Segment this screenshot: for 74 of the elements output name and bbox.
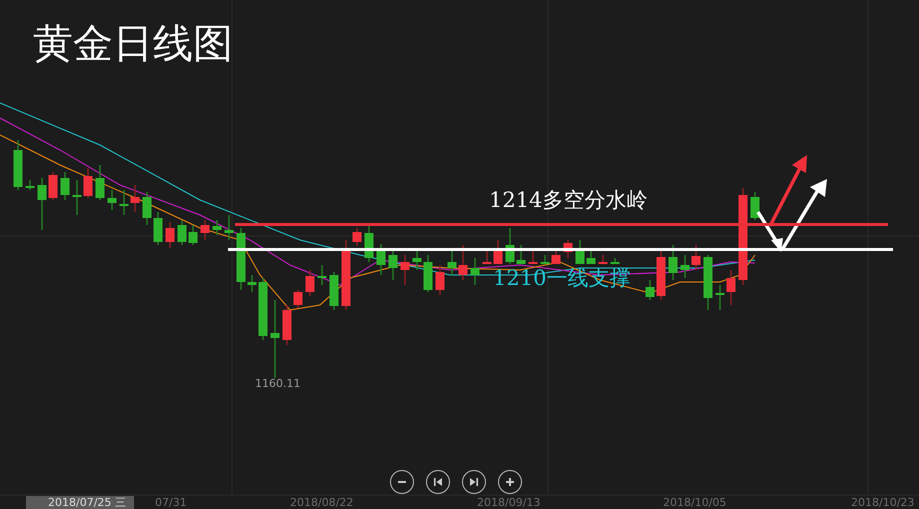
candlestick [248,275,256,292]
candlestick [84,168,92,198]
candlestick [692,245,700,270]
up-arrow [780,179,827,251]
candlestick [120,190,128,215]
candlestick [282,305,292,345]
cursor-date-label: 2018/07/25 三 [26,496,134,509]
candlestick [704,255,712,310]
axis-date-label: 07/31 [155,496,187,509]
candlestick [236,228,246,290]
candlestick [330,272,338,310]
candlestick [60,172,70,200]
candlestick [352,228,362,246]
step-forward-button[interactable] [462,470,486,494]
candlestick [668,245,678,280]
candlestick [540,255,550,264]
step-back-button[interactable] [426,470,450,494]
candlestick [342,240,350,310]
candlestick [188,225,198,245]
candlestick [656,250,666,300]
candlestick [552,250,560,264]
plus-icon [506,478,514,486]
resistance-label: 1214多空分水岭 [489,188,648,214]
candlestick [716,285,724,310]
candlestick [412,250,422,270]
skip-back-icon [434,478,442,486]
candlestick [154,212,162,245]
up-arrow [768,155,807,227]
candlestick [750,192,760,220]
candlestick [96,165,104,200]
candlestick [726,270,736,305]
candlestick [424,255,432,292]
candlestick [448,250,456,275]
candlestick [470,258,480,285]
candlestick [48,172,58,200]
down-arrow [756,211,783,252]
axis-date-label: 2018/10/23 [851,496,914,509]
candlestick [586,250,596,264]
candlestick [400,255,410,285]
candlestick [436,265,444,295]
candlestick [26,180,34,190]
candlestick [142,192,152,225]
low-price-label: 1160.11 [255,377,300,390]
candlestick [178,220,186,245]
candlestick [38,178,46,230]
candlestick [108,190,116,210]
candlestick [200,220,210,240]
candlestick [680,255,690,278]
candlestick [528,250,538,264]
candlestick [458,245,468,280]
candlestick [516,245,526,264]
candlestick [14,140,22,190]
zoom-in-button[interactable] [498,470,522,494]
candlestick [294,290,302,308]
candlestick [598,255,608,264]
candlestick [306,270,314,296]
candlestick [318,265,326,285]
chart-title: 黄金日线图 [33,20,233,68]
axis-date-label: 2018/09/13 [477,496,540,509]
candlestick [258,278,268,340]
axis-date-label: 2018/08/22 [290,496,354,509]
skip-forward-icon [470,478,478,486]
zoom-out-button[interactable] [390,470,414,494]
candlestick [72,180,82,215]
candlestick [224,215,234,240]
candlestick [610,258,620,264]
candlestick [212,220,222,235]
candlestick [646,280,654,300]
axis-date-label: 2018/10/05 [663,496,726,509]
candlestick [482,250,492,264]
candlestick [388,250,398,280]
candlestick [166,222,174,248]
candlestick [130,185,140,212]
minus-icon [398,481,406,483]
